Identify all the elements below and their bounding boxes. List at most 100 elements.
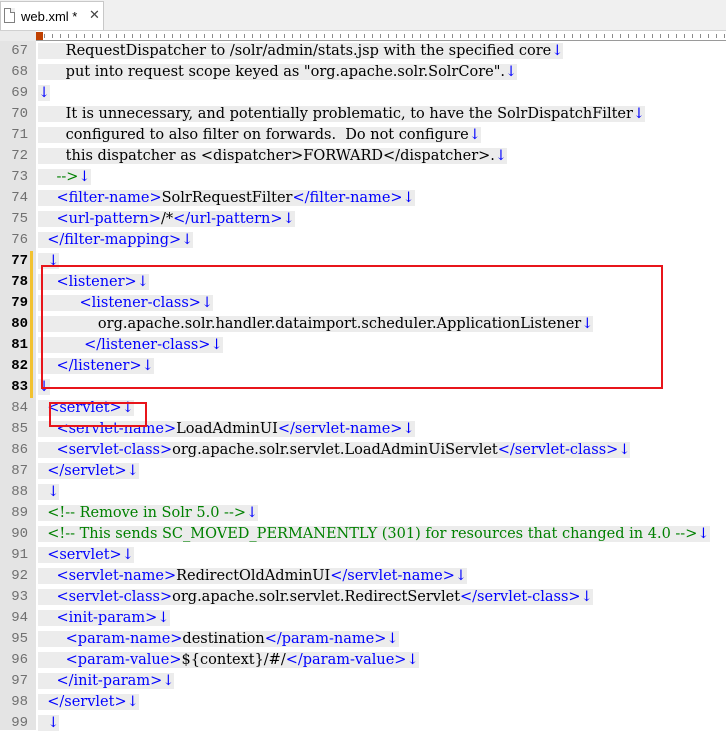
line-content: <param-name>destination</param-name>↓ <box>38 631 399 647</box>
xml-text: destination <box>182 631 265 647</box>
code-line[interactable]: 94 <init-param>↓ <box>0 608 726 629</box>
code-line[interactable]: 97 </init-param>↓ <box>0 671 726 692</box>
code-line[interactable]: 70 It is unnecessary, and potentially pr… <box>0 104 726 125</box>
line-content: this dispatcher as <dispatcher>FORWARD</… <box>38 148 508 164</box>
xml-tag: </servlet-class> <box>460 589 581 605</box>
line-content: -->↓ <box>38 169 91 185</box>
xml-tag: </init-param> <box>56 673 163 689</box>
line-number: 95 <box>11 631 28 647</box>
line-content: </servlet>↓ <box>38 694 139 710</box>
line-number: 86 <box>11 442 28 458</box>
eol-marker: ↓ <box>697 526 710 542</box>
line-number: 87 <box>11 463 28 479</box>
change-marker <box>30 314 33 335</box>
ruler-gutter <box>0 31 36 41</box>
line-text: <param-name>destination</param-name>↓ <box>38 629 399 650</box>
change-marker <box>30 335 33 356</box>
line-content: <servlet>↓ <box>38 547 134 563</box>
line-number: 89 <box>11 505 28 521</box>
line-number: 74 <box>11 190 28 206</box>
eol-marker: ↓ <box>618 442 631 458</box>
tab-label: web.xml * <box>21 9 78 24</box>
line-content: RequestDispatcher to /solr/admin/stats.j… <box>38 43 564 59</box>
line-text: configured to also filter on forwards. D… <box>38 125 481 146</box>
line-text: <servlet>↓ <box>38 545 134 566</box>
line-text: </init-param>↓ <box>38 671 175 692</box>
xml-tag: <servlet-class> <box>56 442 173 458</box>
eol-marker: ↓ <box>162 673 175 689</box>
code-line[interactable]: 67 RequestDispatcher to /solr/admin/stat… <box>0 41 726 62</box>
xml-text: org.apache.solr.servlet.LoadAdminUiServl… <box>172 442 498 458</box>
line-text: <param-value>${context}/#/</param-value>… <box>38 650 419 671</box>
line-number: 91 <box>11 547 28 563</box>
code-line[interactable]: 86 <servlet-class>org.apache.solr.servle… <box>0 440 726 461</box>
code-line[interactable]: 88 ↓ <box>0 482 726 503</box>
line-number: 99 <box>11 715 28 731</box>
line-text: put into request scope keyed as "org.apa… <box>38 62 518 83</box>
line-number: 82 <box>11 358 28 374</box>
code-line[interactable]: 74 <filter-name>SolrRequestFilter</filte… <box>0 188 726 209</box>
code-line[interactable]: 91 <servlet>↓ <box>0 545 726 566</box>
eol-marker: ↓ <box>47 484 60 500</box>
code-line[interactable]: 90 <!-- This sends SC_MOVED_PERMANENTLY … <box>0 524 726 545</box>
line-content: </servlet>↓ <box>38 463 139 479</box>
code-line[interactable]: 95 <param-name>destination</param-name>↓ <box>0 629 726 650</box>
line-content: ↓ <box>38 484 60 500</box>
xml-tag: <filter-name> <box>56 190 162 206</box>
code-line[interactable]: 93 <servlet-class>org.apache.solr.servle… <box>0 587 726 608</box>
line-content: </filter-mapping>↓ <box>38 232 194 248</box>
line-number: 98 <box>11 694 28 710</box>
xml-text: RedirectOldAdminUI <box>176 568 331 584</box>
eol-marker: ↓ <box>126 463 139 479</box>
highlight-box-listener <box>41 265 663 389</box>
code-line[interactable]: 73 -->↓ <box>0 167 726 188</box>
line-number: 92 <box>11 568 28 584</box>
line-number: 94 <box>11 610 28 626</box>
line-text: <servlet-class>org.apache.solr.servlet.R… <box>38 587 593 608</box>
code-line[interactable]: 68 put into request scope keyed as "org.… <box>0 62 726 83</box>
code-line[interactable]: 72 this dispatcher as <dispatcher>FORWAR… <box>0 146 726 167</box>
code-line[interactable]: 99 ↓ <box>0 713 726 734</box>
tab-web-xml[interactable]: web.xml * ✕ <box>0 1 104 30</box>
line-content: <init-param>↓ <box>38 610 170 626</box>
eol-marker: ↓ <box>386 631 399 647</box>
line-number: 97 <box>11 673 28 689</box>
line-content: put into request scope keyed as "org.apa… <box>38 64 518 80</box>
tab-bar: web.xml * ✕ <box>0 0 726 31</box>
line-number: 93 <box>11 589 28 605</box>
line-number: 78 <box>11 274 28 290</box>
line-number: 76 <box>11 232 28 248</box>
code-line[interactable]: 76 </filter-mapping>↓ <box>0 230 726 251</box>
code-line[interactable]: 87 </servlet>↓ <box>0 461 726 482</box>
line-content: <param-value>${context}/#/</param-value>… <box>38 652 419 668</box>
eol-marker: ↓ <box>38 85 51 101</box>
code-line[interactable]: 89 <!-- Remove in Solr 5.0 -->↓ <box>0 503 726 524</box>
xml-tag: </param-value> <box>285 652 407 668</box>
line-text: </filter-mapping>↓ <box>38 230 194 251</box>
code-line[interactable]: 92 <servlet-name>RedirectOldAdminUI</ser… <box>0 566 726 587</box>
close-tab-icon[interactable]: ✕ <box>89 8 100 23</box>
document-icon <box>4 8 15 23</box>
line-text: <init-param>↓ <box>38 608 170 629</box>
line-number: 83 <box>11 379 28 395</box>
line-text: <!-- This sends SC_MOVED_PERMANENTLY (30… <box>38 524 710 545</box>
eol-marker: ↓ <box>551 43 564 59</box>
code-line[interactable]: 71 configured to also filter on forwards… <box>0 125 726 146</box>
code-line[interactable]: 98 </servlet>↓ <box>0 692 726 713</box>
line-content: ↓ <box>38 715 60 731</box>
xml-text: put into request scope keyed as "org.apa… <box>65 64 505 80</box>
code-editor[interactable]: 67 RequestDispatcher to /solr/admin/stat… <box>0 41 726 731</box>
code-line[interactable]: 96 <param-value>${context}/#/</param-val… <box>0 650 726 671</box>
change-marker <box>30 356 33 377</box>
code-line[interactable]: 69 ↓ <box>0 83 726 104</box>
line-text: this dispatcher as <dispatcher>FORWARD</… <box>38 146 508 167</box>
eol-marker: ↓ <box>157 610 170 626</box>
eol-marker: ↓ <box>504 64 518 80</box>
line-number: 73 <box>11 169 28 185</box>
ruler-track <box>36 31 726 41</box>
line-text: <servlet-name>RedirectOldAdminUI</servle… <box>38 566 468 587</box>
code-line[interactable]: 75 <url-pattern>/*</url-pattern>↓ <box>0 209 726 230</box>
xml-tag: <param-name> <box>65 631 183 647</box>
xml-text: It is unnecessary, and potentially probl… <box>65 106 633 122</box>
xml-text: RequestDispatcher to /solr/admin/stats.j… <box>65 43 552 59</box>
